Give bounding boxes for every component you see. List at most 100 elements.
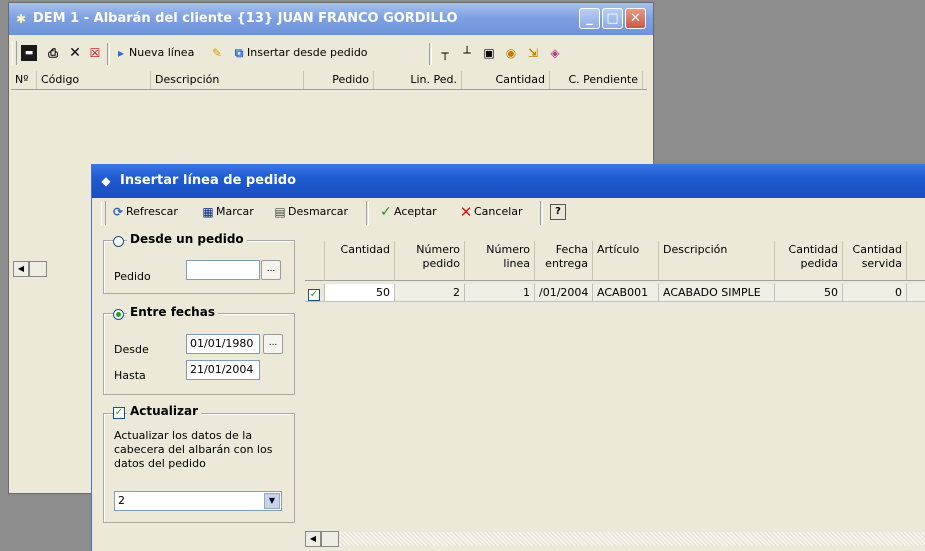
- desde-pedido-radio[interactable]: [113, 236, 124, 247]
- help-button[interactable]: ?: [550, 202, 566, 222]
- col-header-c-pendiente[interactable]: C. Pendiente: [550, 71, 643, 89]
- marcar-button[interactable]: ▦ Marcar: [200, 202, 254, 222]
- grid-header-numero-linea[interactable]: Número linea: [465, 241, 535, 281]
- table-bottom-icon[interactable]: ┴: [459, 43, 475, 63]
- globe-icon[interactable]: ◉: [503, 43, 519, 63]
- refrescar-label: Refrescar: [126, 205, 178, 218]
- grid-header-articulo[interactable]: Artículo: [593, 241, 659, 281]
- print-icon[interactable]: ⎙: [45, 43, 61, 63]
- desde-date-input[interactable]: 01/01/1980: [186, 334, 260, 354]
- dialog-titlebar[interactable]: ◆ Insertar línea de pedido: [92, 164, 925, 198]
- row-checkbox[interactable]: ✓: [308, 289, 320, 301]
- close-button[interactable]: ✕: [625, 8, 646, 29]
- nueva-linea-button[interactable]: ▸ Nueva línea: [113, 43, 194, 63]
- actualizar-checkbox[interactable]: ✓: [113, 407, 125, 419]
- insert-order-icon: ⧉: [234, 46, 244, 60]
- scroll-left-button[interactable]: ◀: [13, 261, 29, 277]
- package-icon[interactable]: ◈: [547, 43, 563, 63]
- image-icon[interactable]: ▣: [481, 43, 497, 63]
- cancelar-button[interactable]: ✕ Cancelar: [458, 202, 523, 222]
- help-icon: ?: [550, 204, 566, 220]
- separator: [366, 201, 369, 225]
- hasta-label: Hasta: [114, 369, 146, 382]
- cell-descripcion[interactable]: ACABADO SIMPLE: [659, 284, 775, 302]
- pedido-lines-grid: Cantidad Número pedido Número linea Fech…: [305, 241, 925, 551]
- albaran-titlebar[interactable]: ✱ DEM 1 - Albarán del cliente {13} JUAN …: [9, 3, 653, 35]
- toolbar-grip: [101, 201, 106, 225]
- grid-row-select-cell[interactable]: ✓: [305, 284, 325, 302]
- mark-all-icon: ▦: [202, 205, 214, 219]
- edit-line-icon[interactable]: ✎: [209, 43, 225, 63]
- pedido-input[interactable]: [186, 260, 260, 280]
- cancelar-label: Cancelar: [474, 205, 523, 218]
- actualizar-select[interactable]: 2 ▼: [114, 491, 282, 511]
- insertar-desde-pedido-button[interactable]: ⧉ Insertar desde pedido: [231, 43, 368, 63]
- cell-numero-linea[interactable]: 1: [465, 284, 535, 302]
- desde-label: Desde: [114, 343, 149, 356]
- new-line-icon: ▸: [117, 46, 125, 60]
- desmarcar-button[interactable]: ▤ Desmarcar: [272, 202, 348, 222]
- window-title: DEM 1 - Albarán del cliente {13} JUAN FR…: [33, 11, 458, 26]
- delete-icon[interactable]: ✕: [67, 43, 83, 63]
- grid-header-cantidad[interactable]: Cantidad: [325, 241, 395, 281]
- refrescar-button[interactable]: ⟳ Refrescar: [110, 202, 178, 222]
- cancel-icon: ✕: [459, 203, 473, 221]
- minimize-button[interactable]: _: [579, 8, 600, 29]
- dialog-title: Insertar línea de pedido: [120, 173, 297, 188]
- entre-fechas-radio[interactable]: [113, 309, 124, 320]
- pedido-lookup-button[interactable]: ...: [261, 260, 281, 280]
- grid-header-filler: [907, 241, 925, 281]
- desde-pedido-legend: Desde un pedido: [127, 232, 247, 246]
- grid-scroll-track[interactable]: [339, 532, 925, 546]
- col-header-cantidad[interactable]: Cantidad: [462, 71, 550, 89]
- separator: [107, 43, 110, 65]
- desmarcar-label: Desmarcar: [288, 205, 349, 218]
- grid-header-select: [305, 241, 325, 281]
- refresh-icon: ⟳: [112, 205, 124, 219]
- grid-header-numero-pedido[interactable]: Número pedido: [395, 241, 465, 281]
- actualizar-description: Actualizar los datos de la cabecera del …: [114, 429, 273, 470]
- marcar-label: Marcar: [216, 205, 254, 218]
- desde-date-picker-button[interactable]: ...: [263, 334, 283, 354]
- col-header-no[interactable]: Nº: [11, 71, 37, 89]
- separator: [429, 43, 432, 65]
- toolbar-grip: [12, 41, 17, 65]
- grid-header-descripcion[interactable]: Descripción: [659, 241, 775, 281]
- aceptar-button[interactable]: ✓ Aceptar: [378, 202, 437, 222]
- table-top-icon[interactable]: ┬: [437, 43, 453, 63]
- cell-cantidad-pedida[interactable]: 50: [775, 284, 843, 302]
- entre-fechas-legend: Entre fechas: [127, 305, 218, 319]
- unmark-all-icon: ▤: [274, 205, 286, 219]
- albaran-grid-header: Nº Código Descripción Pedido Lin. Ped. C…: [11, 71, 647, 90]
- nueva-linea-label: Nueva línea: [129, 46, 195, 59]
- col-header-codigo[interactable]: Código: [37, 71, 151, 89]
- export-icon[interactable]: ⇲: [525, 43, 541, 63]
- cell-numero-pedido[interactable]: 2: [395, 284, 465, 302]
- insertar-linea-dialog: ◆ Insertar línea de pedido ⟳ Refrescar ▦ M…: [91, 164, 925, 551]
- grid-scroll-thumb[interactable]: [321, 531, 339, 547]
- grid-header-cantidad-servida[interactable]: Cantidad servida: [843, 241, 907, 281]
- col-header-descripcion[interactable]: Descripción: [151, 71, 304, 89]
- cell-articulo[interactable]: ACAB001: [593, 284, 659, 302]
- dialog-app-icon: ◆: [101, 174, 111, 188]
- maximize-button[interactable]: □: [602, 8, 623, 29]
- grid-scroll-left-button[interactable]: ◀: [305, 531, 321, 547]
- save-icon[interactable]: ▬: [21, 43, 37, 63]
- cell-filler: [907, 284, 925, 302]
- col-header-lin-ped[interactable]: Lin. Ped.: [374, 71, 462, 89]
- actualizar-legend: Actualizar: [127, 404, 202, 418]
- delete-record-icon[interactable]: ☒: [87, 43, 103, 63]
- cell-cantidad-servida[interactable]: 0: [843, 284, 907, 302]
- albaran-toolbar: ▬ ⎙ ✕ ☒ ▸ Nueva línea ✎ ⧉ Insertar desde p…: [9, 37, 653, 71]
- cell-fecha-entrega[interactable]: /01/2004: [535, 284, 593, 302]
- scroll-thumb[interactable]: [29, 261, 47, 277]
- actualizar-select-value: 2: [118, 494, 125, 507]
- grid-header-fecha-entrega[interactable]: Fecha entrega: [535, 241, 593, 281]
- cell-cantidad[interactable]: 50: [325, 284, 395, 302]
- hasta-date-input[interactable]: 21/01/2004: [186, 360, 260, 380]
- separator: [540, 201, 543, 225]
- chevron-down-icon[interactable]: ▼: [264, 493, 280, 509]
- col-header-pedido[interactable]: Pedido: [304, 71, 374, 89]
- check-icon: ✓: [380, 204, 392, 220]
- grid-header-cantidad-pedida[interactable]: Cantidad pedida: [775, 241, 843, 281]
